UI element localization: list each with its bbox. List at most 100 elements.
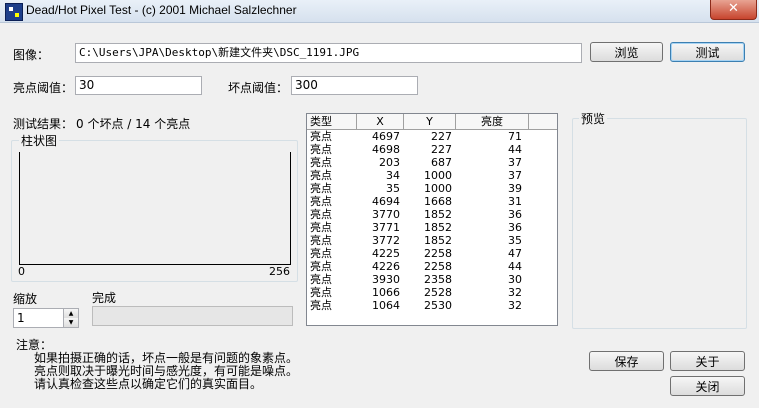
notes-block: 注意： 如果拍摄正确的话，坏点一般是有问题的象素点。 亮点则取决于曝光时间与感光…	[16, 339, 298, 391]
cell-type: 亮点	[310, 299, 332, 312]
cell-x: 4694	[372, 195, 400, 208]
hot-threshold-label: 亮点阈值：	[13, 81, 74, 95]
cell-x: 3770	[372, 208, 400, 221]
cell-type: 亮点	[310, 208, 332, 221]
zoom-label: 缩放	[13, 292, 38, 306]
table-body: 亮点 4697 227 71 亮点 4698 227 44 亮点 203 687 37 亮点 34 1000…	[307, 130, 557, 312]
cell-brightness: 37	[508, 169, 522, 182]
table-row[interactable]: 亮点 4694 1668 31	[307, 195, 557, 208]
title-bar: Dead/Hot Pixel Test - (c) 2001 Michael S…	[0, 0, 759, 23]
test-button[interactable]: 测试	[670, 42, 745, 62]
cell-x: 4225	[372, 247, 400, 260]
cell-y: 2258	[424, 247, 452, 260]
table-row[interactable]: 亮点 3770 1852 36	[307, 208, 557, 221]
dead-threshold-label: 坏点阈值：	[228, 81, 289, 95]
cell-y: 1000	[424, 182, 452, 195]
cell-brightness: 31	[508, 195, 522, 208]
col-header-brightness[interactable]: 亮度	[456, 114, 529, 129]
preview-title: 预览	[579, 112, 608, 126]
app-icon	[5, 3, 23, 21]
table-row[interactable]: 亮点 3930 2358 30	[307, 273, 557, 286]
cell-x: 1064	[372, 299, 400, 312]
cell-type: 亮点	[310, 130, 332, 143]
note-line: 请认真检查这些点以确定它们的真实面目。	[34, 377, 263, 391]
cell-x: 203	[379, 156, 400, 169]
cell-x: 4698	[372, 143, 400, 156]
zoom-spinner[interactable]: 1 ▲ ▼	[13, 308, 79, 328]
close-button[interactable]: 关闭	[670, 376, 745, 396]
cell-y: 2358	[424, 273, 452, 286]
cell-brightness: 32	[508, 299, 522, 312]
window-title: Dead/Hot Pixel Test - (c) 2001 Michael S…	[26, 3, 297, 17]
browse-button[interactable]: 浏览	[590, 42, 663, 62]
cell-type: 亮点	[310, 221, 332, 234]
cell-x: 3930	[372, 273, 400, 286]
table-row[interactable]: 亮点 4226 2258 44	[307, 260, 557, 273]
cell-y: 2258	[424, 260, 452, 273]
table-row[interactable]: 亮点 3771 1852 36	[307, 221, 557, 234]
table-row[interactable]: 亮点 203 687 37	[307, 156, 557, 169]
cell-type: 亮点	[310, 234, 332, 247]
cell-brightness: 35	[508, 234, 522, 247]
spin-down-icon[interactable]: ▼	[64, 318, 78, 327]
cell-y: 1852	[424, 208, 452, 221]
table-row[interactable]: 亮点 34 1000 37	[307, 169, 557, 182]
cell-brightness: 36	[508, 221, 522, 234]
cell-x: 4697	[372, 130, 400, 143]
cell-y: 2530	[424, 299, 452, 312]
result-label: 测试结果：	[13, 117, 74, 131]
cell-x: 3771	[372, 221, 400, 234]
progress-label: 完成	[92, 291, 117, 305]
col-header-y[interactable]: Y	[404, 114, 456, 129]
cell-type: 亮点	[310, 169, 332, 182]
cell-y: 227	[431, 143, 452, 156]
table-row[interactable]: 亮点 4697 227 71	[307, 130, 557, 143]
histogram-title: 柱状图	[19, 134, 60, 148]
col-header-x[interactable]: X	[357, 114, 404, 129]
save-button[interactable]: 保存	[589, 351, 664, 371]
cell-type: 亮点	[310, 195, 332, 208]
zoom-spin-buttons[interactable]: ▲ ▼	[63, 309, 78, 327]
dead-threshold-input[interactable]: 300	[291, 76, 418, 95]
cell-y: 227	[431, 130, 452, 143]
about-button[interactable]: 关于	[670, 351, 745, 371]
image-path-field[interactable]: C:\Users\JPA\Desktop\新建文件夹\DSC_1191.JPG	[75, 43, 582, 63]
table-row[interactable]: 亮点 1066 2528 32	[307, 286, 557, 299]
cell-y: 1668	[424, 195, 452, 208]
image-label: 图像：	[13, 48, 50, 62]
cell-brightness: 37	[508, 156, 522, 169]
cell-x: 3772	[372, 234, 400, 247]
preview-group	[572, 118, 747, 329]
table-row[interactable]: 亮点 35 1000 39	[307, 182, 557, 195]
cell-brightness: 44	[508, 143, 522, 156]
col-header-type[interactable]: 类型	[307, 114, 357, 129]
cell-type: 亮点	[310, 260, 332, 273]
progress-bar	[92, 306, 293, 326]
table-row[interactable]: 亮点 4225 2258 47	[307, 247, 557, 260]
cell-type: 亮点	[310, 247, 332, 260]
hot-threshold-input[interactable]: 30	[75, 76, 202, 95]
cell-x: 1066	[372, 286, 400, 299]
cell-type: 亮点	[310, 143, 332, 156]
cell-x: 34	[386, 169, 400, 182]
result-text: 0 个坏点 / 14 个亮点	[76, 117, 191, 131]
table-row[interactable]: 亮点 1064 2530 32	[307, 299, 557, 312]
cell-brightness: 30	[508, 273, 522, 286]
cell-y: 1852	[424, 234, 452, 247]
window-close-button[interactable]: ✕	[710, 0, 757, 20]
cell-brightness: 44	[508, 260, 522, 273]
histogram-plot	[19, 152, 291, 265]
cell-type: 亮点	[310, 156, 332, 169]
cell-y: 2528	[424, 286, 452, 299]
cell-y: 687	[431, 156, 452, 169]
cell-brightness: 39	[508, 182, 522, 195]
cell-brightness: 36	[508, 208, 522, 221]
cell-brightness: 71	[508, 130, 522, 143]
zoom-value[interactable]: 1	[17, 311, 25, 325]
results-table[interactable]: 类型 X Y 亮度 亮点 4697 227 71 亮点 4698 227 44 亮点 203 687…	[306, 113, 558, 326]
cell-type: 亮点	[310, 182, 332, 195]
cell-brightness: 47	[508, 247, 522, 260]
table-row[interactable]: 亮点 3772 1852 35	[307, 234, 557, 247]
cell-y: 1000	[424, 169, 452, 182]
table-row[interactable]: 亮点 4698 227 44	[307, 143, 557, 156]
